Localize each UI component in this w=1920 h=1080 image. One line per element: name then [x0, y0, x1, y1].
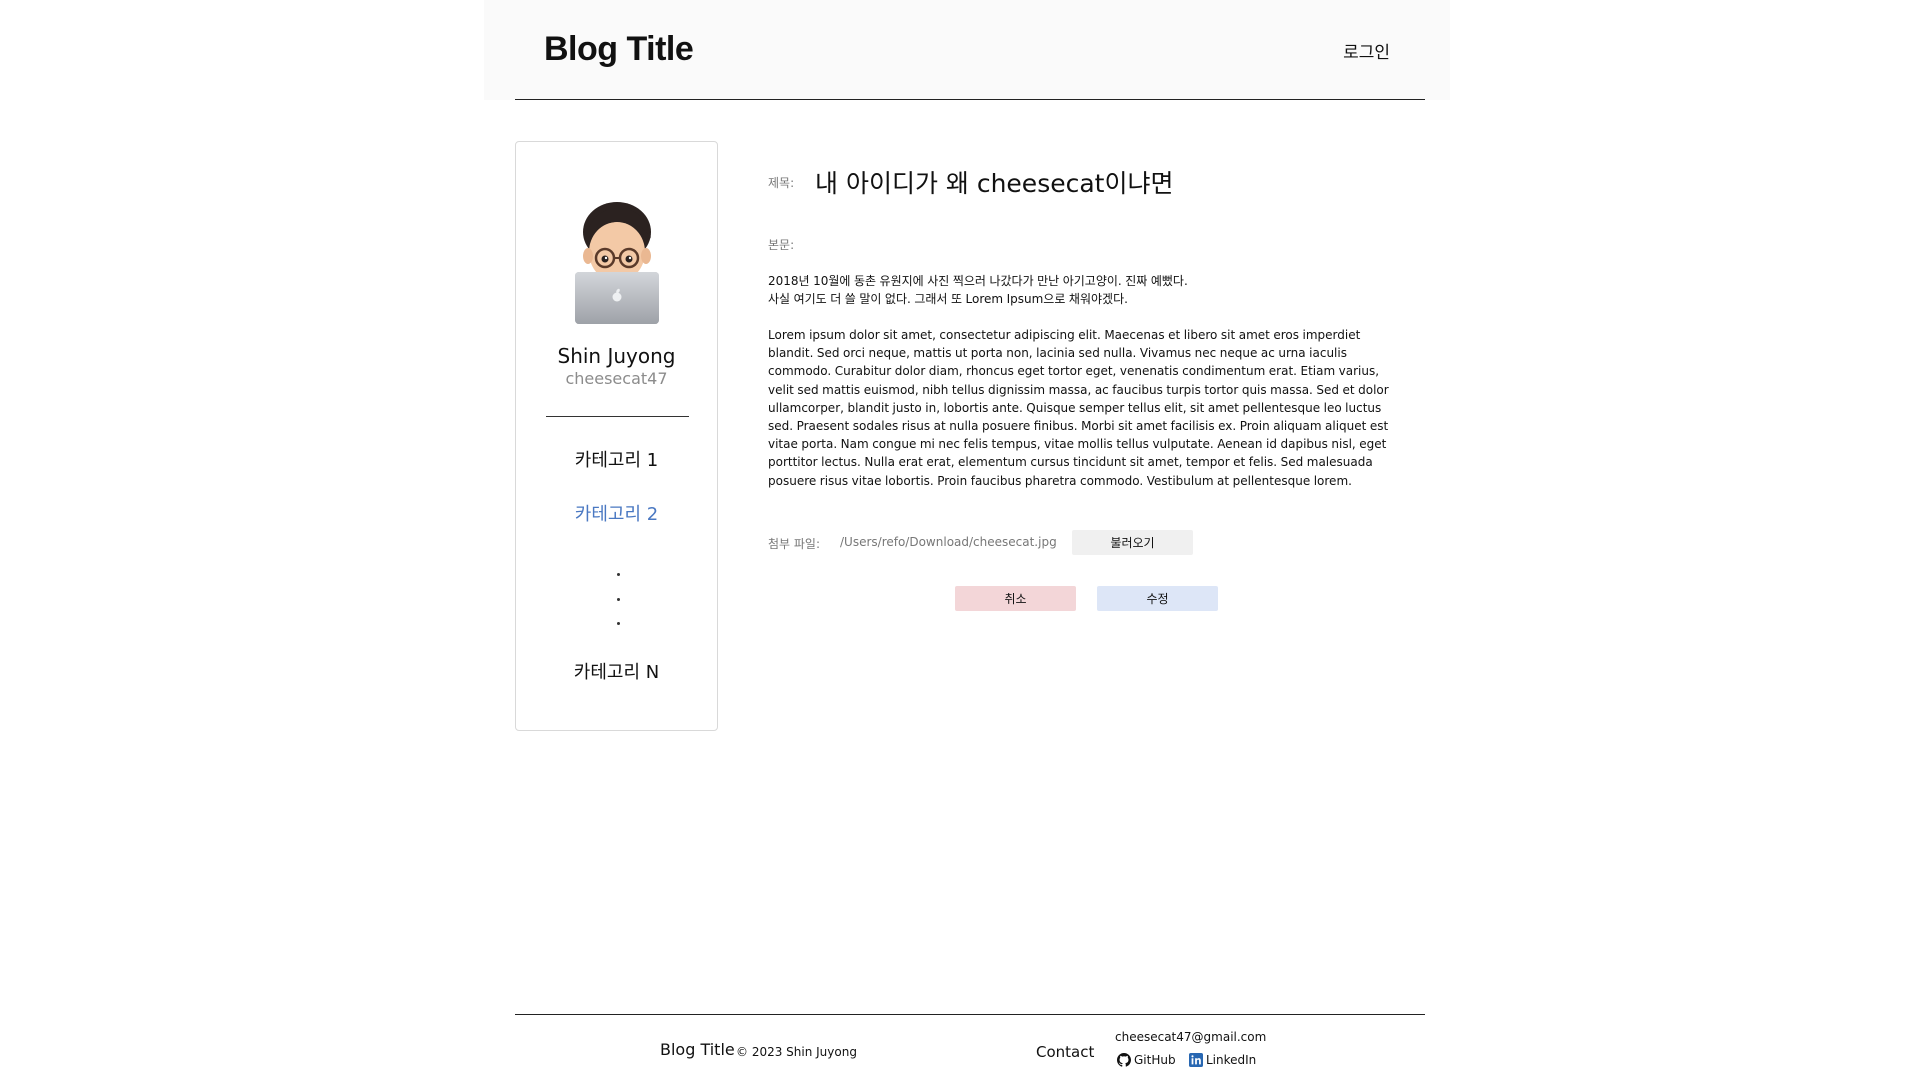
blog-title[interactable]: Blog Title	[544, 30, 694, 69]
avatar	[571, 200, 663, 324]
login-link[interactable]: 로그인	[1343, 38, 1390, 63]
footer-contact-label: Contact	[1036, 1043, 1095, 1061]
github-label: GitHub	[1134, 1053, 1176, 1067]
footer-blog-title: Blog Title	[660, 1040, 735, 1059]
ellipsis-dot	[617, 573, 620, 576]
github-icon	[1117, 1053, 1131, 1067]
footer-divider	[515, 1014, 1425, 1015]
profile-sidebar: Shin Juyong cheesecat47 카테고리 1 카테고리 2 카테…	[515, 141, 718, 731]
sidebar-item-category-1[interactable]: 카테고리 1	[516, 446, 717, 472]
attach-label: 첨부 파일:	[768, 537, 821, 551]
github-link[interactable]: GitHub	[1117, 1053, 1176, 1067]
page: Blog Title 로그인 Shin Juyong cheesecat47 카…	[0, 0, 1920, 1080]
post-title[interactable]: 내 아이디가 왜 cheesecat이냐면	[815, 164, 1173, 200]
ellipsis-dot	[617, 598, 620, 601]
linkedin-icon	[1189, 1053, 1203, 1067]
sidebar-item-category-n[interactable]: 카테고리 N	[516, 658, 717, 684]
memoji-avatar-icon	[575, 202, 659, 324]
footer-email[interactable]: cheesecat47@gmail.com	[1115, 1030, 1266, 1044]
post-body-paragraph-2[interactable]: Lorem ipsum dolor sit amet, consectetur …	[768, 326, 1408, 490]
ellipsis-dot	[617, 622, 620, 625]
load-file-button[interactable]: 불러오기	[1072, 530, 1193, 555]
footer-copyright: © 2023 Shin Juyong	[736, 1045, 857, 1059]
site-header: Blog Title 로그인	[484, 0, 1450, 100]
edit-button[interactable]: 수정	[1097, 586, 1218, 611]
linkedin-link[interactable]: LinkedIn	[1189, 1053, 1256, 1067]
profile-name: Shin Juyong	[557, 344, 676, 368]
profile-id: cheesecat47	[565, 369, 668, 388]
post-body-paragraph-1[interactable]: 2018년 10월에 동촌 유원지에 사진 찍으러 나갔다가 만난 아기고양이.…	[768, 272, 1408, 308]
title-label: 제목:	[768, 176, 795, 190]
linkedin-label: LinkedIn	[1206, 1053, 1257, 1067]
attach-file-path: /Users/refo/Download/cheesecat.jpg	[840, 535, 1057, 549]
header-divider	[515, 99, 1425, 100]
sidebar-divider	[546, 416, 689, 417]
cancel-button[interactable]: 취소	[955, 586, 1076, 611]
body-label: 본문:	[768, 238, 795, 252]
sidebar-item-category-2[interactable]: 카테고리 2	[516, 500, 717, 526]
